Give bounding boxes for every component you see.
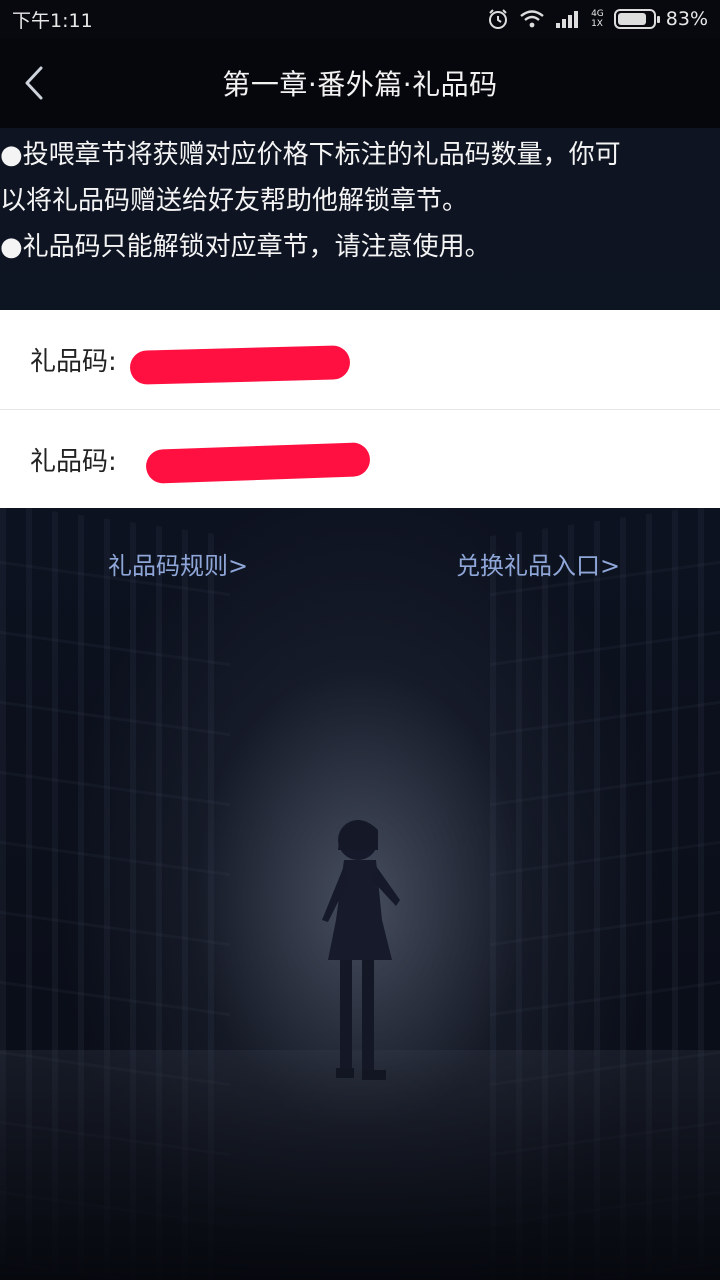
girl-silhouette (322, 820, 400, 1080)
status-bar: 下午1:11 4G 1X 83% (0, 0, 720, 38)
redaction-mark (129, 345, 351, 385)
signal-icon (556, 11, 579, 28)
network-indicator: 4G 1X (591, 9, 604, 29)
info-line-2: 以将礼品码赠送给好友帮助他解锁章节。 (0, 186, 469, 216)
page-title: 第一章·番外篇·礼品码 (222, 68, 498, 101)
wifi-icon (520, 10, 544, 28)
redeem-gift-link[interactable]: 兑换礼品入口> (456, 546, 620, 581)
gift-code-rules-link[interactable]: 礼品码规则> (108, 546, 248, 581)
app-bar: 第一章·番外篇·礼品码 (0, 38, 720, 128)
info-line-3: ●礼品码只能解锁对应章节，请注意使用。 (0, 232, 491, 262)
status-icons: 4G 1X 83% (487, 8, 708, 30)
back-button[interactable] (14, 60, 54, 106)
chevron-left-icon (25, 66, 43, 100)
info-panel: ●投喂章节将获赠对应价格下标注的礼品码数量，你可 以将礼品码赠送给好友帮助他解锁… (0, 128, 720, 310)
network-type: 4G (591, 9, 604, 19)
battery-icon (613, 9, 660, 29)
info-line-1: ●投喂章节将获赠对应价格下标注的礼品码数量，你可 (0, 140, 621, 170)
redaction-mark (145, 442, 371, 484)
battery-fill (617, 13, 646, 25)
gift-code-label: 礼品码: (30, 446, 117, 477)
gift-code-list: 礼品码: 礼品码: (0, 310, 720, 508)
gift-code-label: 礼品码: (30, 347, 117, 377)
gift-code-row[interactable]: 礼品码: (0, 310, 720, 409)
network-sub: 1X (591, 19, 603, 29)
links-row: 礼品码规则> 兑换礼品入口> (0, 538, 720, 588)
battery-percent: 83% (665, 8, 708, 30)
gift-code-row[interactable]: 礼品码: (0, 409, 720, 508)
alarm-icon (489, 9, 508, 29)
status-time: 下午1:11 (12, 9, 93, 32)
